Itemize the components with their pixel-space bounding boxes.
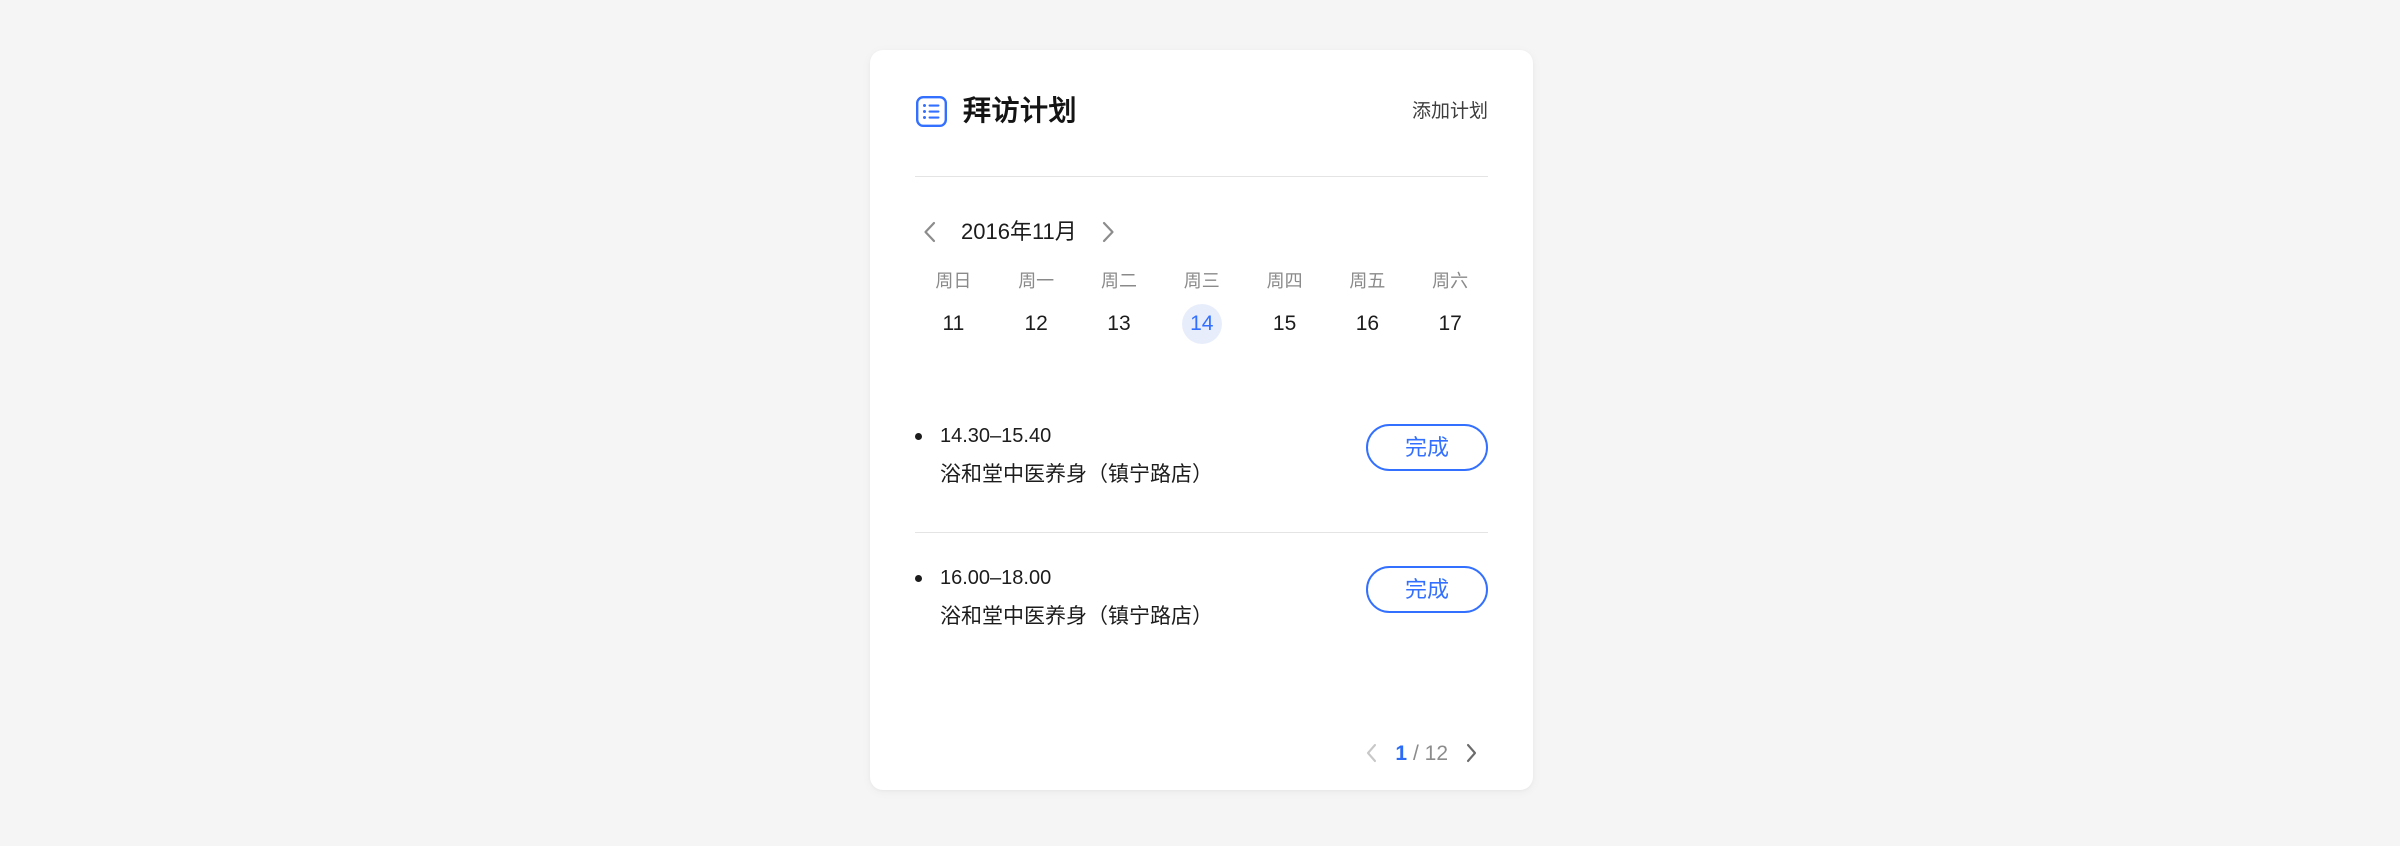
date-cell[interactable]: 12 bbox=[995, 304, 1078, 344]
date-15[interactable]: 15 bbox=[1265, 304, 1305, 344]
prev-month-button[interactable] bbox=[915, 217, 945, 247]
weekday-cell: 周六 bbox=[1409, 266, 1492, 296]
card-header: 拜访计划 添加计划 bbox=[915, 80, 1488, 142]
header-title-group: 拜访计划 bbox=[915, 95, 1412, 128]
task-location: 浴和堂中医养身（镇宁路店） bbox=[940, 458, 1366, 492]
weekday-label-wed: 周三 bbox=[1160, 266, 1243, 296]
page-separator: / bbox=[1413, 742, 1419, 765]
weekday-cell: 周一 bbox=[995, 266, 1078, 296]
current-month-label: 2016年11月 bbox=[945, 221, 1093, 243]
month-navigation: 2016年11月 bbox=[915, 215, 1123, 249]
current-page-number: 1 bbox=[1395, 742, 1407, 765]
weekday-cell: 周三 bbox=[1160, 266, 1243, 296]
weekday-label-sat: 周六 bbox=[1409, 266, 1492, 296]
weekday-cell: 周五 bbox=[1326, 266, 1409, 296]
date-cell[interactable]: 16 bbox=[1326, 304, 1409, 344]
page-title: 拜访计划 bbox=[963, 97, 1077, 125]
header-divider bbox=[915, 176, 1488, 177]
task-details: 16.00–18.00 浴和堂中医养身（镇宁路店） bbox=[940, 562, 1366, 634]
weekday-cell: 周四 bbox=[1243, 266, 1326, 296]
weekday-label-thu: 周四 bbox=[1243, 266, 1326, 296]
date-cell[interactable]: 15 bbox=[1243, 304, 1326, 344]
date-12[interactable]: 12 bbox=[1016, 304, 1056, 344]
task-time: 16.00–18.00 bbox=[940, 562, 1366, 594]
visit-plan-card: 拜访计划 添加计划 2016年11月 周日 周一 周二 bbox=[870, 50, 1533, 790]
task-divider bbox=[915, 532, 1488, 533]
date-14-selected[interactable]: 14 bbox=[1182, 304, 1222, 344]
list-document-icon bbox=[915, 95, 948, 128]
task-item: 14.30–15.40 浴和堂中医养身（镇宁路店） 完成 bbox=[915, 420, 1488, 492]
date-cell[interactable]: 13 bbox=[1078, 304, 1161, 344]
date-17[interactable]: 17 bbox=[1430, 304, 1470, 344]
weekday-header-row: 周日 周一 周二 周三 周四 周五 周六 bbox=[912, 266, 1492, 296]
prev-page-button[interactable] bbox=[1355, 738, 1389, 768]
date-cell[interactable]: 11 bbox=[912, 304, 995, 344]
task-details: 14.30–15.40 浴和堂中医养身（镇宁路店） bbox=[940, 420, 1366, 492]
weekday-cell: 周日 bbox=[912, 266, 995, 296]
next-page-button[interactable] bbox=[1454, 738, 1488, 768]
date-row: 11 12 13 14 15 16 17 bbox=[912, 304, 1492, 344]
total-pages: 12 bbox=[1425, 742, 1448, 765]
date-11[interactable]: 11 bbox=[933, 304, 973, 344]
add-plan-link[interactable]: 添加计划 bbox=[1412, 102, 1488, 121]
bullet-icon bbox=[915, 575, 922, 582]
complete-button[interactable]: 完成 bbox=[1366, 566, 1488, 613]
page-indicator: 1 / 12 bbox=[1389, 743, 1454, 764]
complete-button[interactable]: 完成 bbox=[1366, 424, 1488, 471]
task-time: 14.30–15.40 bbox=[940, 420, 1366, 452]
task-item: 16.00–18.00 浴和堂中医养身（镇宁路店） 完成 bbox=[915, 562, 1488, 634]
date-cell[interactable]: 14 bbox=[1160, 304, 1243, 344]
next-month-button[interactable] bbox=[1093, 217, 1123, 247]
task-location: 浴和堂中医养身（镇宁路店） bbox=[940, 600, 1366, 634]
weekday-label-tue: 周二 bbox=[1078, 266, 1161, 296]
calendar-week-strip: 周日 周一 周二 周三 周四 周五 周六 11 bbox=[912, 266, 1492, 344]
date-16[interactable]: 16 bbox=[1347, 304, 1387, 344]
weekday-label-fri: 周五 bbox=[1326, 266, 1409, 296]
weekday-label-sun: 周日 bbox=[912, 266, 995, 296]
weekday-cell: 周二 bbox=[1078, 266, 1161, 296]
date-13[interactable]: 13 bbox=[1099, 304, 1139, 344]
pagination: 1 / 12 bbox=[1355, 738, 1488, 768]
date-cell[interactable]: 17 bbox=[1409, 304, 1492, 344]
weekday-label-mon: 周一 bbox=[995, 266, 1078, 296]
bullet-icon bbox=[915, 433, 922, 440]
